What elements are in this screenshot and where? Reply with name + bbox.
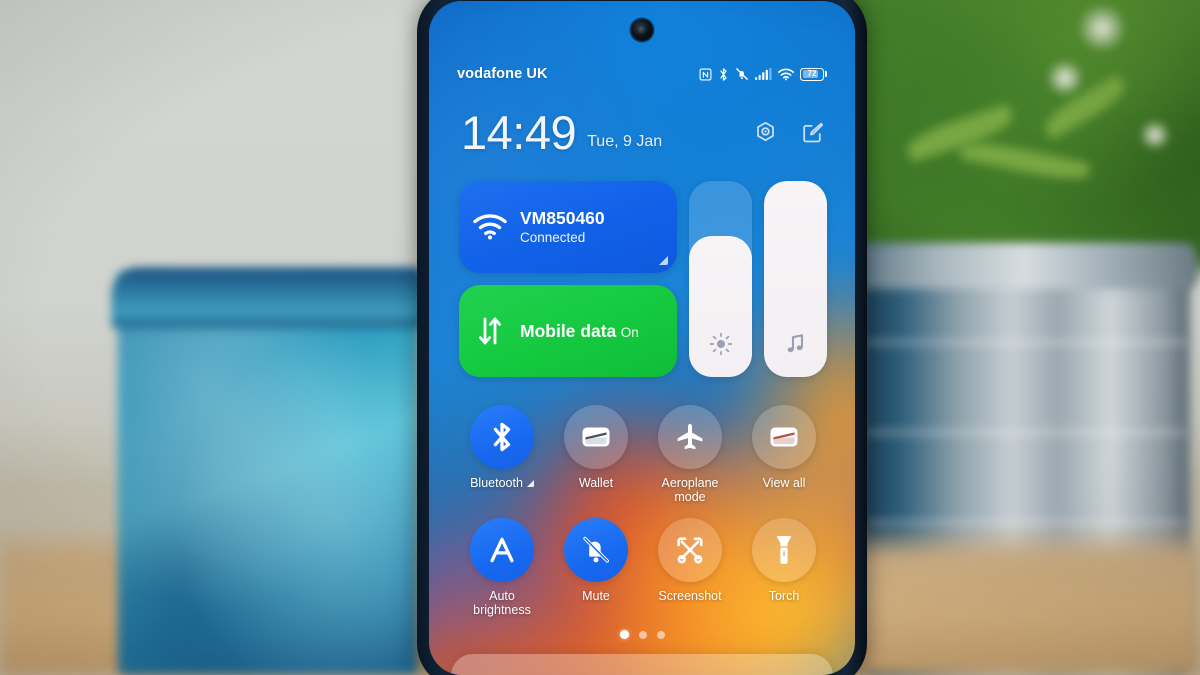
quick-toggle-label: Bluetooth (470, 476, 523, 490)
background-storage-box (118, 272, 418, 675)
quick-toggle-label-wrap: Aeroplane mode (647, 476, 733, 504)
wifi-icon (473, 214, 507, 240)
front-camera-punch-hole (631, 19, 653, 41)
photo-scene: vodafone UK 72 14:49 Tue, 9 Jan VM850460… (0, 0, 1200, 675)
mobile-data-arrows-icon (473, 316, 507, 346)
storage-box-lid (112, 268, 424, 328)
wifi-tile[interactable]: VM850460 Connected (459, 181, 678, 273)
plant-flower (1075, 5, 1129, 51)
quick-toggle-label-wrap: Auto brightness (459, 589, 545, 617)
torch-flashlight-icon (752, 518, 816, 582)
nfc-icon (699, 68, 712, 81)
quick-toggle-label: View all (762, 476, 806, 490)
quick-toggle-label-wrap: Bluetooth (470, 476, 534, 490)
smartphone-device: vodafone UK 72 14:49 Tue, 9 Jan VM850460… (417, 0, 867, 675)
bell-slash-icon (564, 518, 628, 582)
quick-settings-tiles: VM850460 Connected Mobile data On (459, 181, 827, 377)
quick-toggle-label: Aeroplane mode (661, 476, 719, 504)
battery-icon: 72 (800, 67, 827, 81)
metal-pot-rim (851, 243, 1196, 289)
quick-toggle-label: Auto brightness (473, 589, 531, 617)
edit-pencil-icon[interactable] (800, 120, 825, 150)
screenshot-scissors-icon (658, 518, 722, 582)
quick-toggle-label-wrap: Torch (769, 589, 800, 603)
page-dot[interactable] (619, 630, 629, 639)
mute-vibrate-icon (735, 67, 749, 81)
page-indicator-dots[interactable] (429, 630, 855, 639)
wifi-tile-subtitle: Connected (520, 229, 586, 245)
expand-corner-icon[interactable] (659, 256, 669, 265)
quick-toggle-label: Screenshot (658, 589, 722, 603)
quick-toggle-label: Torch (768, 589, 800, 603)
quick-toggle-screenshot[interactable]: Screenshot (643, 518, 737, 617)
metal-pot-ring (866, 340, 1186, 345)
battery-percent-label: 72 (807, 69, 817, 78)
quick-toggle-view-all[interactable]: View all (737, 405, 831, 504)
clock-time: 14:49 (461, 106, 577, 159)
wifi-tile-title: VM850460 (520, 207, 605, 228)
auto-brightness-a-icon (470, 518, 534, 582)
phone-screen[interactable]: vodafone UK 72 14:49 Tue, 9 Jan VM850460… (429, 1, 855, 675)
notification-card-peek[interactable] (451, 654, 833, 675)
brightness-sun-icon (709, 332, 733, 361)
quick-toggle-bluetooth[interactable]: Bluetooth (455, 405, 549, 504)
quick-toggle-mute[interactable]: Mute (549, 518, 643, 617)
bluetooth-icon (470, 405, 534, 469)
brightness-slider[interactable] (689, 181, 753, 377)
plant-flower (1138, 120, 1172, 150)
volume-slider[interactable] (764, 181, 827, 377)
music-note-icon (785, 332, 807, 361)
aeroplane-icon (658, 405, 722, 469)
status-bar-icons: 72 (699, 67, 827, 82)
quick-toggle-label-wrap: Wallet (579, 476, 613, 490)
quick-toggle-label: Mute (582, 589, 610, 603)
wallet-icon (752, 405, 816, 469)
quick-toggle-grid: Bluetooth Wallet Aeroplane mode View all… (455, 405, 831, 617)
status-bar: vodafone UK 72 (429, 63, 855, 85)
quick-toggle-torch[interactable]: Torch (737, 518, 831, 617)
page-dot[interactable] (656, 630, 665, 639)
bluetooth-icon (718, 67, 729, 82)
quick-toggle-label-wrap: View all (763, 476, 806, 490)
clock-date: Tue, 9 Jan (587, 133, 663, 150)
page-dot[interactable] (638, 630, 647, 639)
metal-pot-ring (866, 430, 1186, 435)
wallet-icon (564, 405, 628, 469)
mobile-data-tile[interactable]: Mobile data On (459, 285, 678, 377)
carrier-label: vodafone UK (457, 66, 548, 82)
settings-gear-icon[interactable] (753, 120, 778, 150)
mobile-data-tile-title: Mobile data (520, 320, 617, 341)
signal-bars-icon (755, 67, 772, 81)
quick-toggle-aeroplane-mode[interactable]: Aeroplane mode (643, 405, 737, 504)
quick-toggle-label-wrap: Mute (582, 589, 610, 603)
quick-toggle-label: Wallet (578, 476, 614, 490)
wifi-icon (778, 68, 794, 81)
quick-toggle-label-wrap: Screenshot (658, 589, 721, 603)
expand-triangle-icon[interactable] (526, 479, 534, 487)
clock-row: 14:49 Tue, 9 Jan (429, 109, 855, 156)
mobile-data-tile-subtitle: On (620, 324, 639, 340)
quick-toggle-wallet[interactable]: Wallet (549, 405, 643, 504)
camera-lens (638, 26, 646, 34)
plant-flower (1045, 60, 1085, 96)
quick-toggle-auto-brightness[interactable]: Auto brightness (455, 518, 549, 617)
